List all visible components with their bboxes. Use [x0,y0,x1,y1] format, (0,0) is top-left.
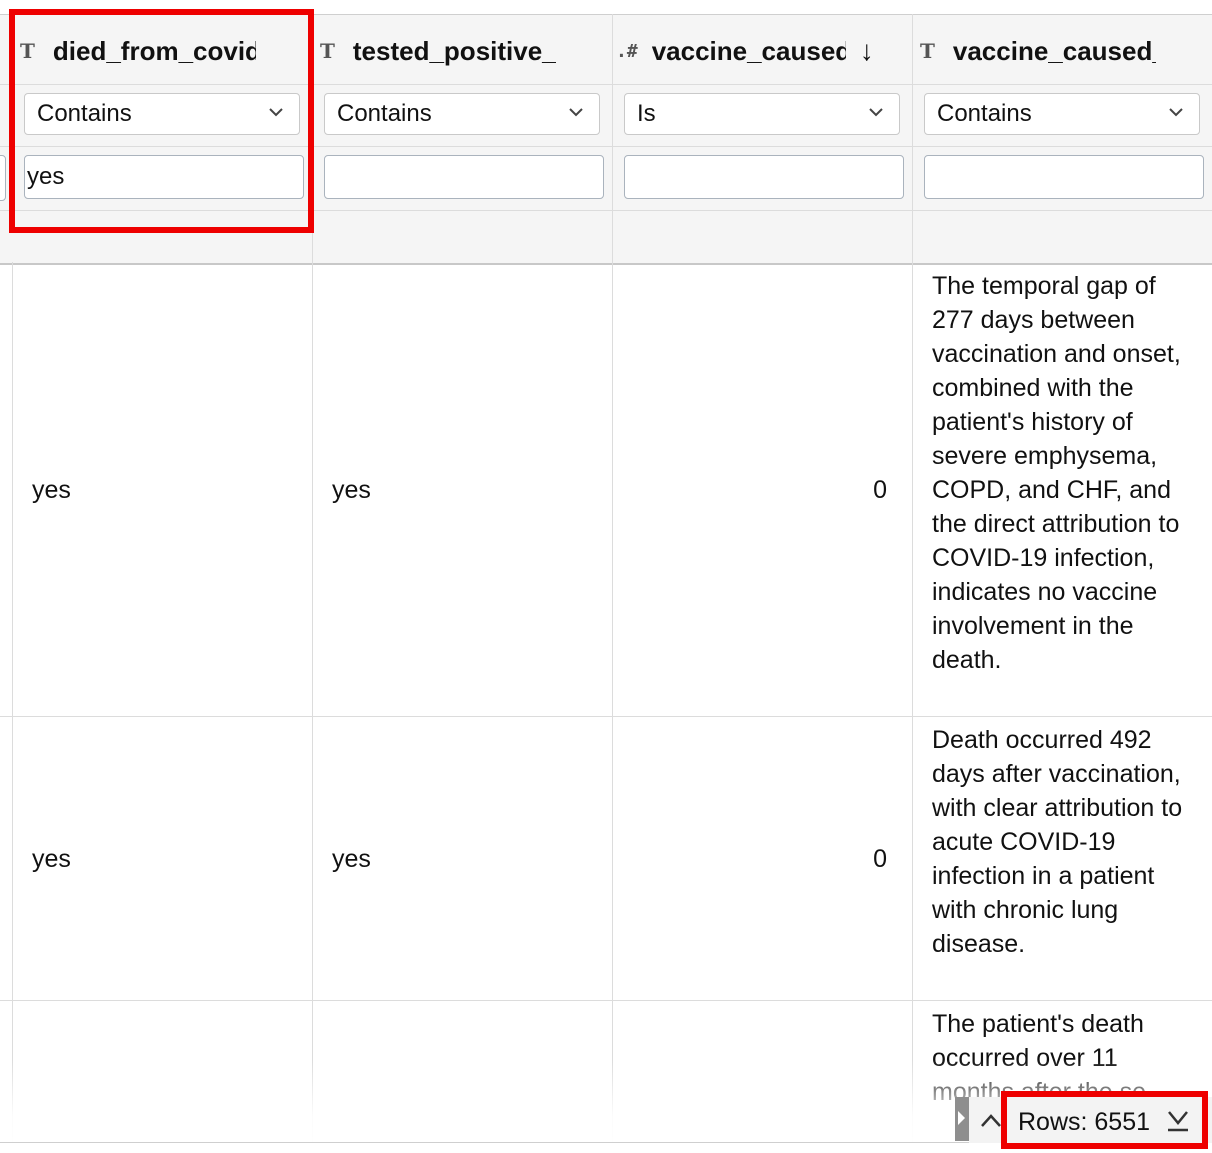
footer-collapse-handle[interactable] [955,1097,969,1141]
chevron-up-icon[interactable] [978,1108,1004,1134]
chevron-down-icon [869,108,883,117]
filter-operator-value: Contains [37,100,132,127]
data-grid: T died_from_covid T tested_positive_ .# … [0,0,1212,1153]
filter-operator-select[interactable]: Contains [24,93,300,135]
text-type-icon: T [920,39,935,63]
text-type-icon: T [20,39,35,63]
column-title: vaccine_caused_ [651,35,846,66]
cell-vaccine-caused-score: 0 [873,845,887,873]
filter-value-input[interactable] [924,155,1204,199]
cell-vaccine-caused-score: 0 [873,476,887,504]
filter-value-input[interactable] [324,155,604,199]
text-type-icon: T [320,39,335,63]
cell-died-from-covid: yes [32,476,71,504]
chevron-down-icon [569,108,583,117]
cell-tested-positive: yes [332,845,371,873]
number-type-icon: .# [616,40,638,62]
scroll-to-bottom-icon[interactable] [1164,1106,1192,1136]
filter-operator-select[interactable]: Contains [924,93,1200,135]
filter-operator-select[interactable]: Is [624,93,900,135]
row-count: Rows: 6551 [1018,1108,1151,1136]
column-header-died-from-covid[interactable]: T died_from_covid [20,20,256,82]
cell-died-from-covid: yes [32,845,71,873]
filter-operator-value: Contains [337,100,432,127]
cell-tested-positive: yes [332,476,371,504]
filter-value-input[interactable] [24,155,304,199]
column-title: tested_positive_ [352,35,556,66]
column-title: vaccine_caused_ [952,35,1156,66]
sort-descending-icon[interactable]: ↓ [860,35,874,67]
cell-vaccine-caused-text: Death occurred 492 days after vaccinatio… [932,726,1183,958]
filter-value-input[interactable] [624,155,904,199]
filter-operator-select[interactable]: Contains [324,93,600,135]
chevron-down-icon [269,108,283,117]
chevron-down-icon [1169,108,1183,117]
column-header-tested-positive[interactable]: T tested_positive_ [320,20,556,82]
column-header-vaccine-caused-score[interactable]: .# vaccine_caused_ ↓ [616,20,896,82]
column-title: died_from_covid [52,35,256,66]
filter-operator-value: Is [637,100,656,127]
column-header-vaccine-caused-text[interactable]: T vaccine_caused_ [920,20,1156,82]
filter-operator-value: Contains [937,100,1032,127]
prev-column-filter-input[interactable] [0,155,6,201]
cell-vaccine-caused-text: The temporal gap of 277 days between vac… [932,272,1181,674]
